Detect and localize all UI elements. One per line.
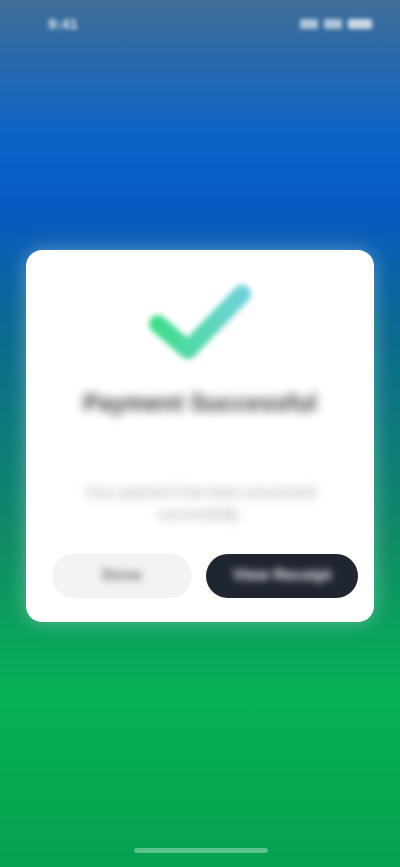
battery-icon bbox=[348, 19, 372, 29]
status-time: 9:41 bbox=[48, 15, 79, 33]
done-button-label: Done bbox=[102, 567, 142, 584]
dialog-title: Payment Successful bbox=[83, 390, 317, 417]
view-receipt-button-label: View Receipt bbox=[232, 567, 332, 584]
home-indicator[interactable] bbox=[134, 848, 268, 853]
check-icon bbox=[144, 280, 256, 364]
view-receipt-button[interactable]: View Receipt bbox=[206, 554, 358, 598]
status-bar: 9:41 bbox=[0, 0, 400, 48]
dialog-message: Your payment has been processed successf… bbox=[84, 484, 316, 523]
status-icons bbox=[300, 19, 372, 29]
signal-icon bbox=[300, 19, 318, 29]
app-screen: 9:41 Payment Successful Your payment has… bbox=[0, 0, 400, 867]
done-button[interactable]: Done bbox=[52, 554, 192, 598]
wifi-icon bbox=[324, 19, 342, 29]
